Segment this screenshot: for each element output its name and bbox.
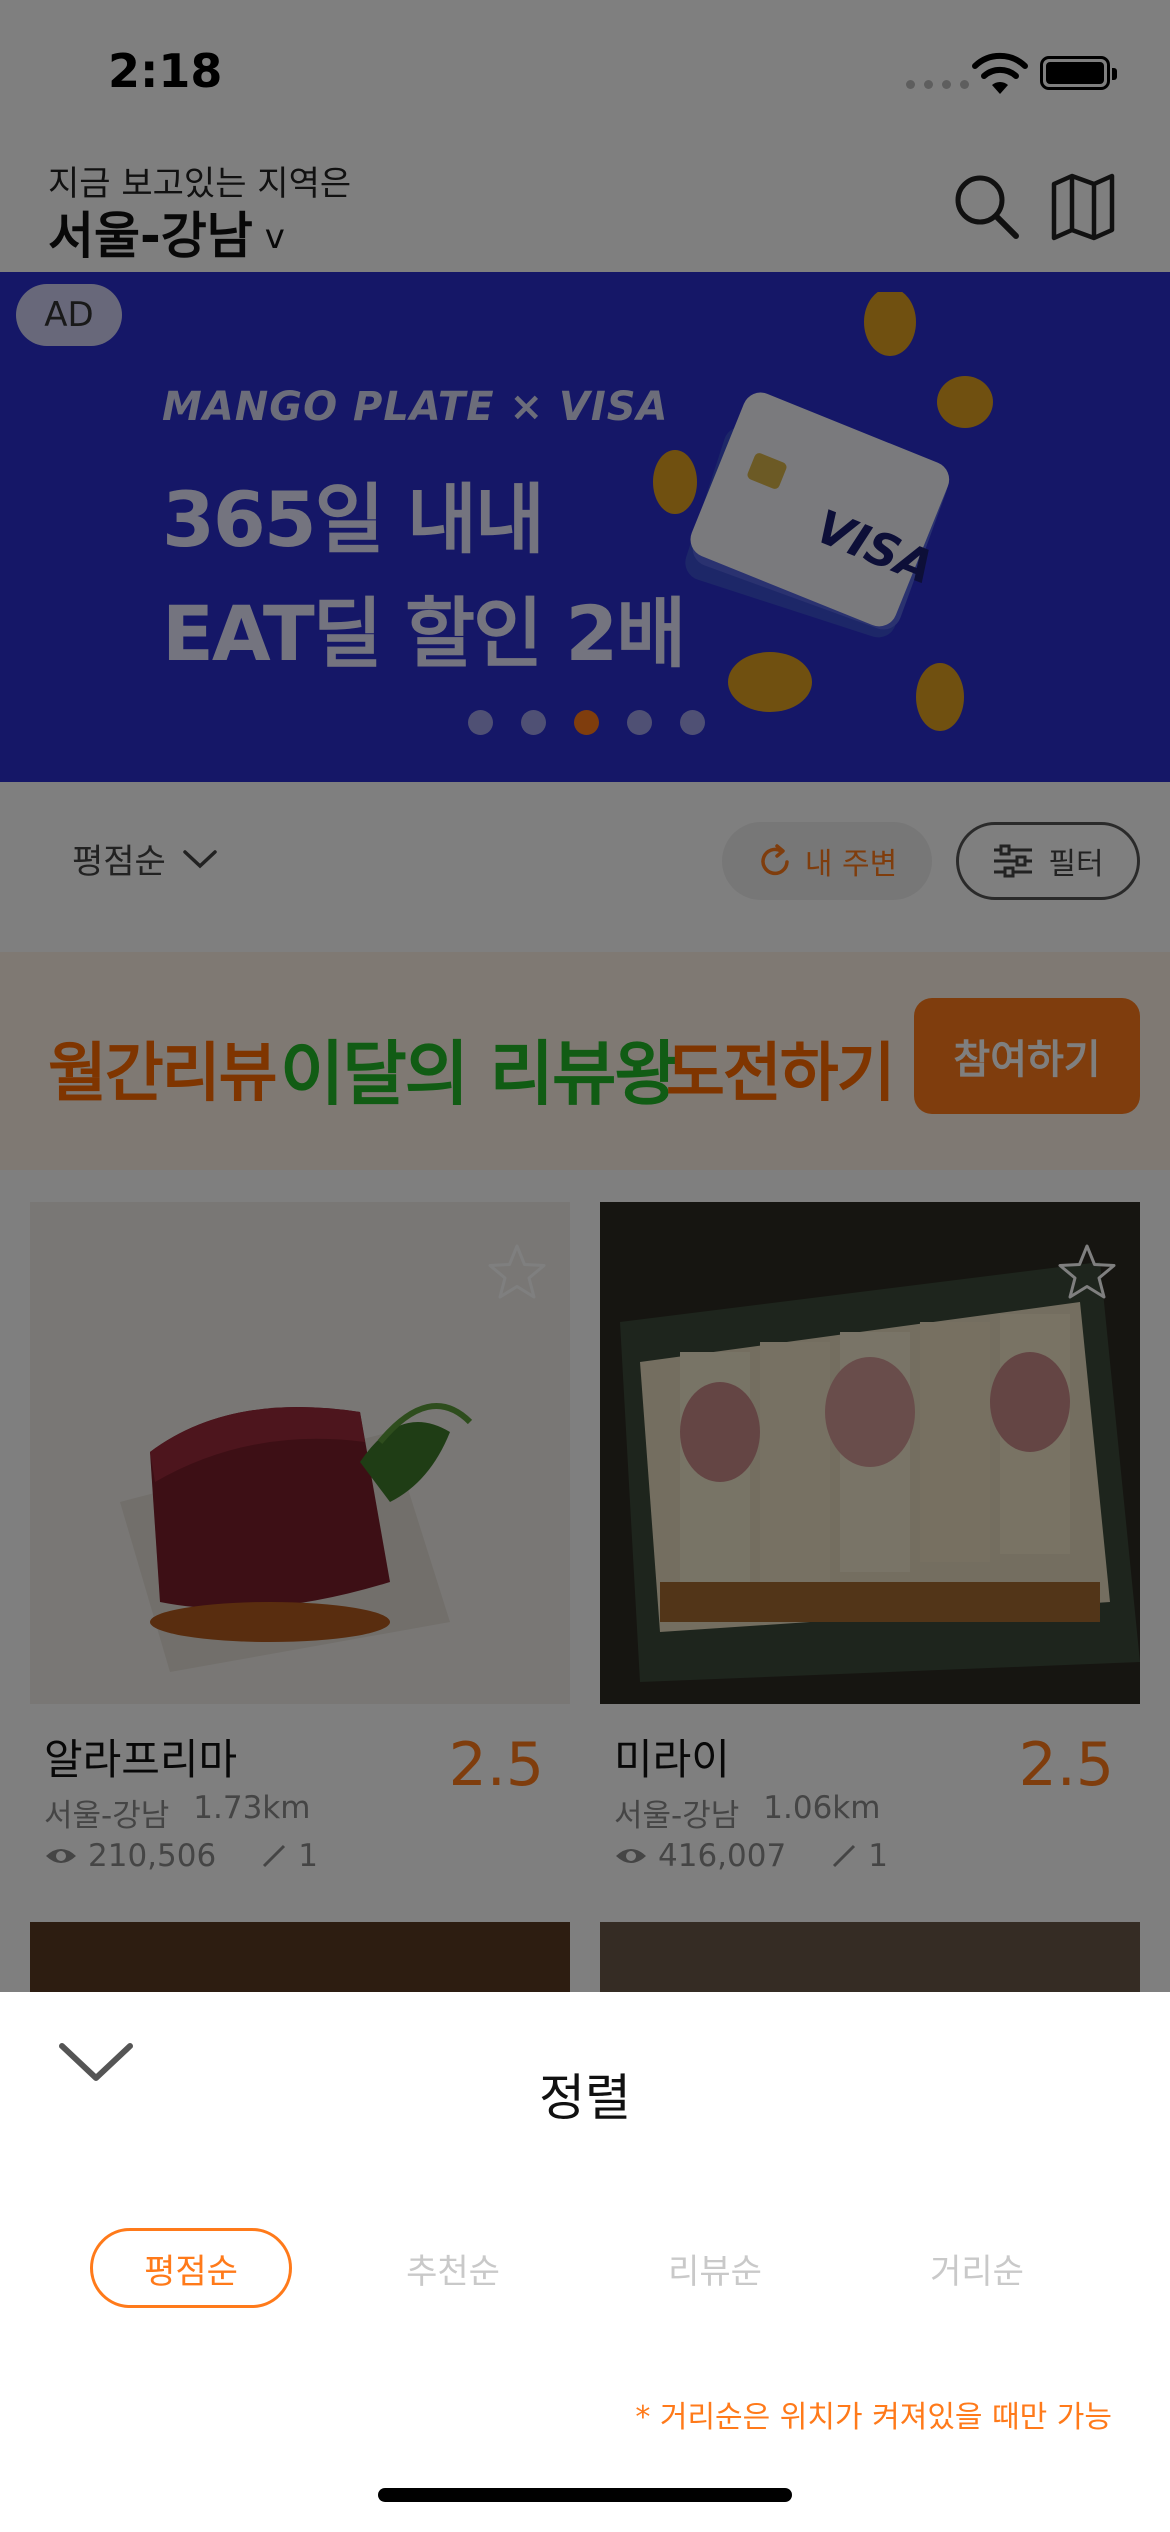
sort-options: 평점순 추천순 리뷰순 거리순 <box>90 2228 1078 2308</box>
sheet-title: 정렬 <box>539 2069 631 2127</box>
home-indicator[interactable] <box>378 2488 792 2502</box>
sort-option-distance[interactable]: 거리순 <box>876 2228 1078 2308</box>
sort-option-reviews[interactable]: 리뷰순 <box>614 2228 816 2308</box>
sort-option-recommended[interactable]: 추천순 <box>352 2228 554 2308</box>
sort-option-rating[interactable]: 평점순 <box>90 2228 292 2308</box>
distance-sort-note: * 거리순은 위치가 켜져있을 때만 가능 <box>635 2400 1112 2435</box>
sort-bottom-sheet: 정렬 평점순 추천순 리뷰순 거리순 * 거리순은 위치가 켜져있을 때만 가능 <box>0 1992 1170 2532</box>
